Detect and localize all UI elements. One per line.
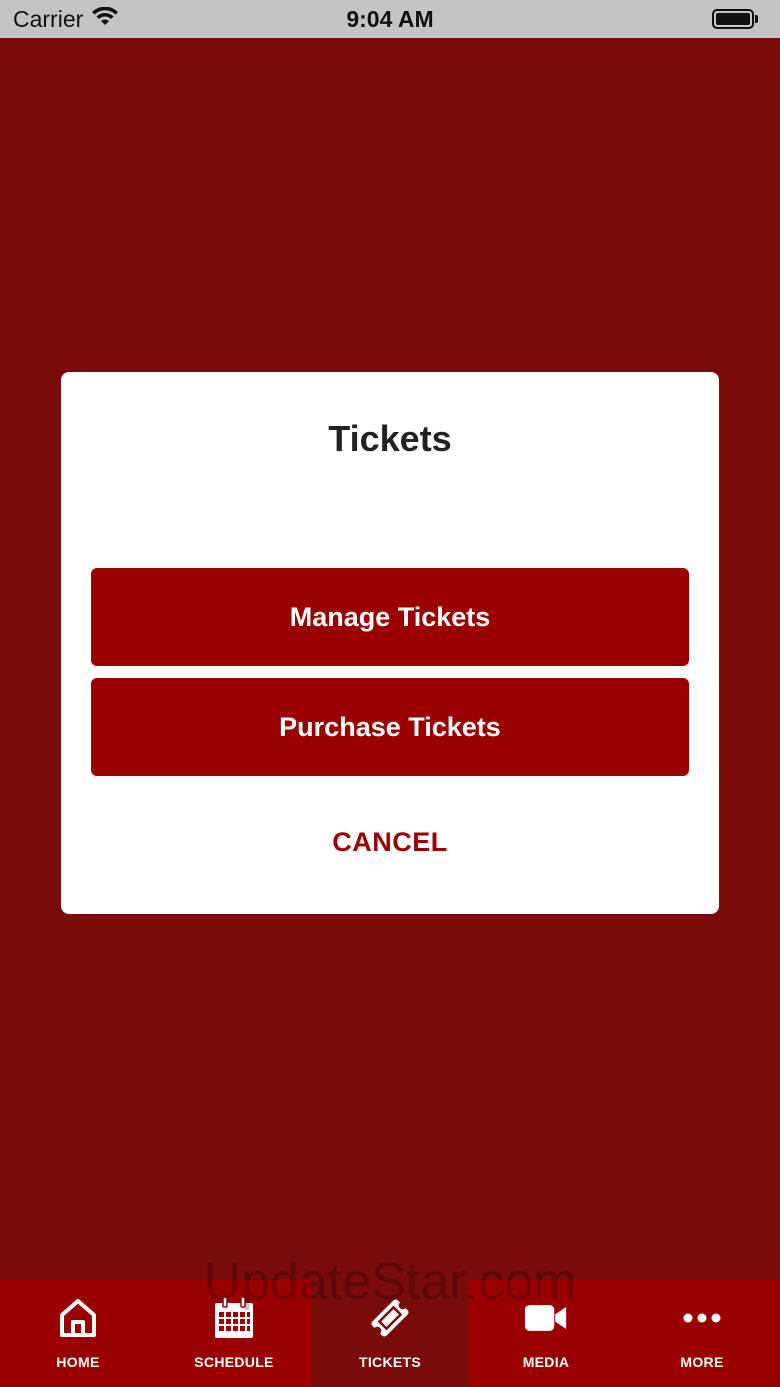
- tab-schedule[interactable]: SCHEDULE: [156, 1280, 312, 1387]
- wifi-icon: [91, 6, 119, 33]
- manage-tickets-button[interactable]: Manage Tickets: [91, 568, 689, 666]
- status-left: Carrier: [13, 6, 119, 33]
- cancel-button[interactable]: CANCEL: [61, 827, 719, 858]
- purchase-tickets-button[interactable]: Purchase Tickets: [91, 678, 689, 776]
- more-dots-icon: [680, 1296, 724, 1340]
- tab-media[interactable]: MEDIA: [468, 1280, 624, 1387]
- tab-label: TICKETS: [359, 1354, 421, 1370]
- battery-icon: [712, 9, 758, 29]
- tab-home[interactable]: HOME: [0, 1280, 156, 1387]
- tab-label: SCHEDULE: [194, 1354, 274, 1370]
- tab-tickets[interactable]: TICKETS: [312, 1280, 468, 1387]
- carrier-label: Carrier: [13, 5, 84, 32]
- video-camera-icon: [524, 1296, 568, 1340]
- tab-label: MEDIA: [522, 1354, 570, 1370]
- tickets-dialog: Tickets Manage Tickets Purchase Tickets …: [61, 372, 719, 914]
- tab-label: HOME: [56, 1354, 100, 1370]
- dialog-title: Tickets: [328, 418, 452, 459]
- tab-label: MORE: [680, 1354, 724, 1370]
- status-bar: Carrier 9:04 AM: [0, 0, 780, 38]
- tab-more[interactable]: MORE: [624, 1280, 780, 1387]
- ticket-icon: [368, 1296, 412, 1340]
- calendar-icon: [212, 1296, 256, 1340]
- home-icon: [56, 1296, 100, 1340]
- tab-bar: HOME SCHEDULE TICKETS MEDIA MORE: [0, 1280, 780, 1387]
